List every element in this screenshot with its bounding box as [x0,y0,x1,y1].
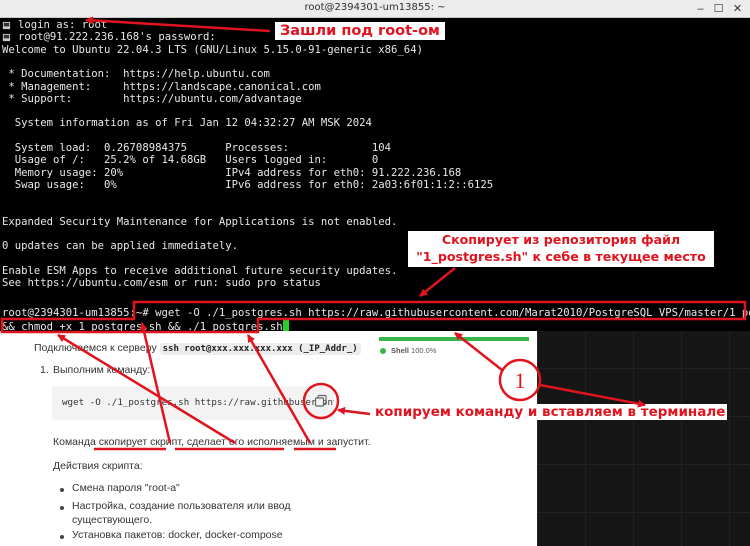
annotation-login: Зашли под root-ом [275,22,445,40]
terminal-line: See https://ubuntu.com/esm or run: sudo … [2,277,321,290]
terminal-line: Enable ESM Apps to receive additional fu… [2,265,398,277]
terminal-line: * Support: https://ubuntu.com/advantage [2,92,302,105]
bullet-item-continued: существующего. [72,514,153,526]
copy-icon[interactable] [314,394,328,408]
code-block[interactable]: wget -O ./1_postgres.sh https://raw.gith… [52,386,334,420]
connect-code: ssh root@xxx.xxx.xxx.xxx (_IP_Addr_) [159,343,361,355]
terminal-line: System load: 0.26708984375 Processes: 10… [2,142,392,154]
terminal-line: && chmod +x 1_postgres.sh && ./1_postgre… [2,319,289,331]
terminal-line: 0 updates can be applied immediately. [2,240,238,253]
terminal-window[interactable]: root@2394301-um13855: ~ ‒ ☐ ✕ login as: … [0,0,750,331]
bullet-install-text: Установка пакетов: docker, docker-compos… [72,529,283,541]
terminal-cursor [282,319,289,331]
connect-text: Подключаемся к серверу [34,342,157,354]
annotation-copy-line1: Скопирует из репозитория файл [441,232,681,247]
actions-title: Действия скрипта: [53,460,143,472]
putty-icon [2,21,11,30]
bullet-item: Настройка, создание пользователя или вво… [72,500,291,512]
dark-background-panel [537,320,750,546]
terminal-line: Swap usage: 0% IPv6 address for eth0: 2a… [2,178,494,191]
step-1-text: Выполним команду: [53,364,151,376]
shell-language: Shell 100.0% [391,346,436,355]
annotation-copy-description: Скопирует из репозитория файл "1_postgre… [408,231,714,267]
terminal-line: login as: root [18,19,108,31]
terminal-line: * Documentation: https://help.ubuntu.com [2,68,270,81]
annotation-paste-instruction: копируем команду и вставляем в терминале [373,404,728,420]
bullet-item: Установка пакетов: docker, docker-compos… [72,529,283,541]
shell-color-dot [380,348,386,354]
shell-label: Shell [391,346,409,355]
putty-icon [2,34,11,42]
code-text[interactable]: wget -O ./1_postgres.sh https://raw.gith… [62,397,334,408]
terminal-line: * Management: https://landscape.canonica… [2,80,321,93]
maximize-button[interactable]: ☐ [711,1,726,16]
step-1-number: 1. [40,364,49,376]
window-titlebar[interactable]: root@2394301-um13855: ~ ‒ ☐ ✕ [0,0,750,18]
bullet-item: Смена пароля "root-а" [72,482,180,494]
language-progress-bar [379,337,529,341]
language-progress-fill [379,337,529,341]
bullet-dot [60,506,64,510]
terminal-line: Expanded Security Maintenance for Applic… [2,215,398,228]
terminal-line: root@91.222.236.168's password: [18,31,216,44]
close-button[interactable]: ✕ [730,1,745,16]
terminal-line: System information as of Fri Jan 12 04:3… [2,117,372,130]
shell-percent: 100.0% [411,346,437,355]
minimize-button[interactable]: ‒ [693,1,708,16]
bullet-dot [60,488,64,492]
script-explanation: Команда скопирует скрипт, сделает его ис… [53,436,371,448]
bullet-dot [60,535,64,539]
terminal-line: Memory usage: 20% IPv4 address for eth0:… [2,166,462,179]
terminal-line: Usage of /: 25.2% of 14.68GB Users logge… [2,154,379,167]
terminal-line: Welcome to Ubuntu 22.04.3 LTS (GNU/Linux… [2,43,423,56]
annotation-copy-line2: "1_postgres.sh" к себе в текущее место [416,249,706,264]
connect-instruction: Подключаемся к серверу ssh root@xxx.xxx.… [34,342,367,355]
window-title: root@2394301-um13855: ~ [304,2,446,13]
terminal-line: root@2394301-um13855:~# wget -O ./1_post… [2,307,750,319]
